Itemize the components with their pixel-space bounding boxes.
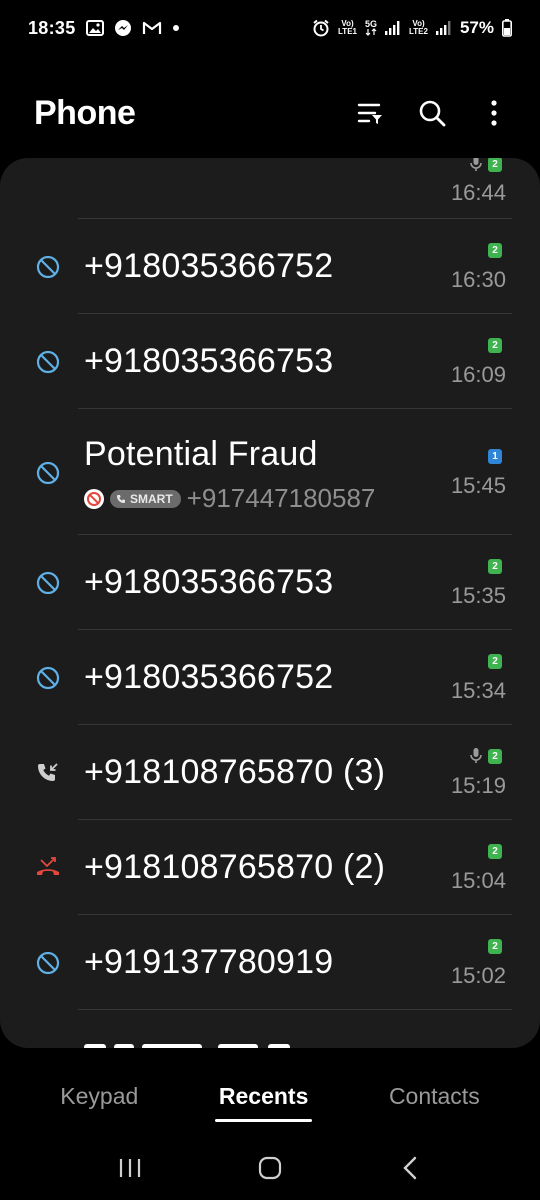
mic-icon	[470, 748, 482, 763]
caller-name: +918108765870 (3)	[84, 753, 386, 791]
signal-icon-2	[435, 21, 452, 35]
caller-name: +918035366753	[84, 342, 334, 380]
call-time: 15:45	[450, 473, 506, 498]
battery-percent: 57%	[459, 18, 494, 37]
call-row-fraud[interactable]: Potential Fraud SMART +917447180587 1 15…	[0, 409, 540, 535]
missed-call-icon	[34, 854, 62, 882]
call-row-partial[interactable]: 2 16:44	[0, 158, 540, 219]
call-time: 16:44	[450, 180, 506, 205]
status-time: 18:35	[28, 17, 76, 38]
mic-icon	[470, 158, 482, 171]
call-row[interactable]: +918035366753 2 16:09	[0, 314, 540, 409]
blocked-call-icon	[34, 253, 62, 281]
sim-badge: 2	[488, 243, 502, 258]
more-options-button[interactable]	[474, 93, 514, 133]
sim-badge: 2	[488, 338, 502, 353]
caller-name: +919137780919	[84, 943, 334, 981]
status-bar: 18:35 Vo) LTE1 5G Vo) LTE2 57%	[0, 0, 540, 56]
blocked-call-icon	[34, 569, 62, 597]
header-actions	[350, 93, 514, 133]
home-button[interactable]	[240, 1146, 300, 1190]
call-time: 16:09	[450, 362, 506, 387]
bottom-tab-bar: Keypad Recents Contacts	[0, 1068, 540, 1124]
tab-keypad[interactable]: Keypad	[52, 1077, 146, 1116]
status-right: Vo) LTE1 5G Vo) LTE2 57%	[312, 18, 512, 38]
call-time: 16:30	[450, 267, 506, 292]
blocked-call-icon	[34, 949, 62, 977]
caller-name: +918035366752	[84, 658, 334, 696]
filter-button[interactable]	[350, 93, 390, 133]
system-nav-bar	[0, 1136, 540, 1200]
tab-contacts-label: Contacts	[388, 1082, 480, 1109]
signal-icon	[385, 21, 401, 35]
tab-keypad-label: Keypad	[60, 1082, 139, 1109]
call-time: 15:19	[450, 773, 506, 798]
call-time: 15:02	[450, 963, 506, 988]
blocked-call-icon	[34, 348, 62, 376]
recents-list[interactable]: 2 16:44 +918035366752 2 16:30 +918035366…	[0, 158, 540, 1048]
phone-app-screen: 18:35 Vo) LTE1 5G Vo) LTE2 57% Phone 2 1…	[0, 0, 540, 1200]
back-icon	[403, 1156, 417, 1180]
filter-icon	[357, 103, 382, 124]
tab-recents[interactable]: Recents	[211, 1077, 316, 1122]
call-row[interactable]: +918035366752 2 15:34	[0, 630, 540, 725]
call-row-partial-bottom[interactable]	[0, 1010, 540, 1048]
caller-name: Potential Fraud	[84, 435, 318, 473]
caller-name: +918035366753	[84, 563, 334, 601]
sim-badge: 2	[488, 158, 502, 172]
more-options-icon	[491, 100, 497, 126]
caller-number: +917447180587	[186, 483, 376, 513]
sim-badge: 2	[488, 654, 502, 669]
caller-subtitle: SMART +917447180587	[84, 483, 375, 514]
call-time: 15:34	[450, 678, 506, 703]
gallery-icon	[85, 20, 104, 36]
search-icon	[419, 100, 446, 127]
smart-call-badge: SMART	[110, 489, 181, 508]
sim2-volte-label: Vo) LTE2	[409, 20, 428, 36]
partial-row-text-fragment	[84, 1044, 290, 1048]
dot-icon	[172, 24, 180, 32]
recent-apps-icon	[119, 1159, 141, 1177]
caller-name: +918035366752	[84, 247, 334, 285]
sim-badge: 2	[488, 749, 502, 764]
sim1-volte-label: Vo) LTE1	[338, 20, 357, 36]
sim-badge: 1	[488, 449, 502, 464]
smart-label: SMART	[130, 491, 173, 506]
page-title: Phone	[34, 93, 136, 132]
gmail-icon	[142, 20, 162, 36]
messenger-icon	[114, 19, 132, 37]
call-row[interactable]: +918108765870 (2) 2 15:04	[0, 820, 540, 915]
sim-badge: 2	[488, 939, 502, 954]
back-button[interactable]	[380, 1146, 440, 1190]
sim1-label-bottom: LTE1	[338, 27, 357, 36]
network-5g-label: 5G	[365, 20, 377, 36]
caller-name: +918108765870 (2)	[84, 848, 386, 886]
alarm-icon	[312, 19, 330, 37]
tab-recents-label: Recents	[218, 1082, 309, 1109]
search-button[interactable]	[412, 93, 452, 133]
status-left: 18:35	[28, 18, 180, 39]
call-row[interactable]: +918035366752 2 16:30	[0, 219, 540, 314]
call-row[interactable]: +918035366753 2 15:35	[0, 535, 540, 630]
call-row[interactable]: +918108765870 (3) 2 15:19	[0, 725, 540, 820]
tab-contacts[interactable]: Contacts	[381, 1077, 488, 1116]
incoming-call-icon	[34, 759, 62, 787]
home-icon	[258, 1156, 282, 1180]
call-time: 15:04	[450, 868, 506, 893]
block-badge-icon	[84, 488, 104, 509]
sim-badge: 2	[488, 559, 502, 574]
app-header: Phone	[0, 80, 540, 146]
phone-icon	[117, 494, 125, 503]
battery-icon	[502, 19, 512, 37]
call-row[interactable]: +919137780919 2 15:02	[0, 915, 540, 1010]
call-time: 15:35	[450, 583, 506, 608]
active-tab-indicator	[214, 1118, 313, 1122]
net-label: 5G	[364, 19, 377, 29]
sim2-label-bottom: LTE2	[409, 27, 428, 36]
recent-apps-button[interactable]	[100, 1146, 160, 1190]
sim-badge: 2	[488, 844, 502, 859]
blocked-call-icon	[34, 664, 62, 692]
blocked-call-icon	[34, 459, 62, 487]
